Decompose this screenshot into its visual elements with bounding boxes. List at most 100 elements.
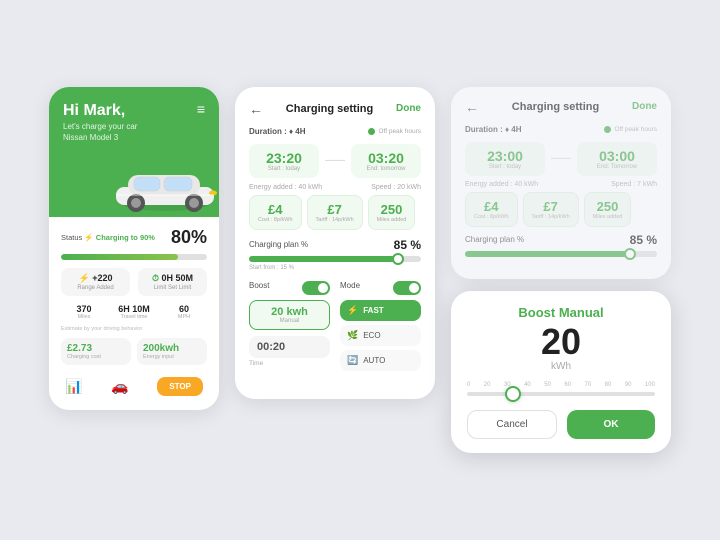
mode-toggle[interactable]	[393, 281, 421, 295]
charging-cost-val: £2.73	[67, 343, 125, 354]
time-field[interactable]: 00:20	[249, 336, 330, 358]
boost-scale[interactable]: 0 20 30 40 50 60 70 80 90 100	[467, 382, 655, 396]
right-energy-boxes: £4 Cost : 8p/kWh £7 Tariff : 14p/kWh 250…	[465, 192, 657, 227]
done-button[interactable]: Done	[396, 103, 421, 114]
right-tariff-box: £7 Tariff : 14p/kWh	[523, 192, 579, 227]
slider-start-label: Start from : 15 %	[249, 265, 421, 271]
boost-kwh-val: 20 kwh	[258, 306, 321, 318]
stop-button[interactable]: STOP	[157, 377, 203, 396]
offpeak-dot	[368, 128, 375, 135]
right-end-time-box: 03:00 End: Tomorrow	[577, 142, 657, 176]
stat-miles: 370 Miles	[61, 304, 107, 320]
charge-progress-bar	[61, 254, 207, 260]
cancel-button[interactable]: Cancel	[467, 410, 557, 439]
limit-val: ⏱ 0H 50M	[142, 273, 203, 284]
status-text: Status ⚡ Charging to 90%	[61, 233, 155, 242]
energy-added-label: Energy added : 40 kWh	[249, 184, 322, 191]
ok-button[interactable]: OK	[567, 410, 655, 439]
energy-input-val: 200kwh	[143, 343, 201, 354]
tariff-val: £7	[316, 202, 354, 217]
left-card: Hi Mark, Let's charge your car Nissan Mo…	[49, 87, 219, 410]
boost-scale-thumb[interactable]	[505, 386, 521, 402]
boost-label: Boost	[249, 281, 269, 290]
boost-toggle[interactable]	[302, 281, 330, 295]
right-time-sep: ——	[551, 153, 571, 164]
mid-title: Charging setting	[286, 103, 373, 115]
range-added-item: ⚡ +220 Range Added	[61, 268, 130, 296]
right-miles-val: 250	[593, 199, 623, 214]
slider-thumb[interactable]	[392, 253, 404, 265]
miles-sub: Miles added	[377, 217, 407, 223]
slider-track	[249, 256, 421, 262]
start-time-val: 23:20	[257, 150, 311, 166]
right-offpeak: Off peak hours	[604, 126, 657, 133]
chart-icon[interactable]: 📊	[65, 378, 82, 395]
boost-modal-value: 20	[467, 322, 655, 362]
slider-fill	[249, 256, 395, 262]
boost-kwh-label: Manual	[258, 318, 321, 324]
range-added-label: Range Added	[65, 285, 126, 291]
energy-speed-labels: Energy added : 40 kWh Speed : 20 kWh	[249, 184, 421, 191]
car-icon[interactable]: 🚗	[111, 378, 128, 395]
mode-eco[interactable]: 🌿 ECO	[340, 325, 421, 346]
timer-icon: ⏱	[152, 273, 159, 283]
charge-plan-label: Charging plan %	[249, 240, 308, 249]
right-charge-plan-label: Charging plan %	[465, 235, 524, 244]
stat-travel: 6H 10M Travel time	[111, 304, 157, 320]
right-speed-label: Speed : 7 kWh	[611, 181, 657, 188]
right-slider-fill	[465, 251, 628, 257]
right-offpeak-dot	[604, 126, 611, 133]
travel-val: 6H 10M	[111, 304, 157, 314]
mode-auto[interactable]: 🔄 AUTO	[340, 350, 421, 371]
right-back-button[interactable]: ←	[465, 99, 479, 115]
cost-box: £4 Cost : 8p/kWh	[249, 195, 302, 230]
offpeak-indicator: Off peak hours	[368, 128, 421, 135]
boost-mode-row: Boost 20 kwh Manual 00:20 Time Mo	[249, 281, 421, 375]
car-illustration	[108, 159, 219, 214]
right-cost-sub: Cost : 8p/kWh	[474, 214, 509, 220]
speed-label: Speed : 20 kWh	[371, 184, 421, 191]
energy-input-label: Energy input	[143, 354, 201, 360]
boost-kwh-box[interactable]: 20 kwh Manual	[249, 300, 330, 330]
stats-row: 370 Miles 6H 10M Travel time 60 MPH	[61, 304, 207, 320]
fast-icon: ⚡	[347, 305, 358, 316]
fast-label: FAST	[363, 306, 383, 315]
tariff-box: £7 Tariff : 14p/kWh	[307, 195, 363, 230]
right-cost-val: £4	[474, 199, 509, 214]
end-time-box[interactable]: 03:20 End: tomorrow	[351, 144, 421, 178]
right-miles-box: 250 Miles added	[584, 192, 632, 227]
energy-boxes: £4 Cost : 8p/kWh £7 Tariff : 14p/kWh 250…	[249, 195, 421, 230]
right-end-lbl: End: Tomorrow	[585, 164, 649, 170]
right-time-row: 23:00 Start : today —— 03:00 End: Tomorr…	[465, 142, 657, 176]
boost-modal-title: Boost Manual	[467, 305, 655, 320]
charge-plan-pct: 85 %	[394, 238, 421, 252]
boost-scale-track	[467, 392, 655, 396]
boost-modal: Boost Manual 20 kWh 0 20 30 40 50 60 70 …	[451, 291, 671, 454]
right-tariff-val: £7	[532, 199, 570, 214]
right-top-header: ← Charging setting Done	[465, 99, 657, 115]
start-time-box[interactable]: 23:20 Start : today	[249, 144, 319, 178]
cost-val: £4	[258, 202, 293, 217]
right-charge-plan: Charging plan % 85 %	[465, 233, 657, 247]
menu-icon[interactable]: ≡	[197, 101, 205, 117]
tariff-sub: Tariff : 14p/kWh	[316, 217, 354, 223]
right-stack: ← Charging setting Done Duration : ♦ 4H …	[451, 87, 671, 454]
boost-modal-buttons: Cancel OK	[467, 410, 655, 439]
right-done-button[interactable]: Done	[632, 101, 657, 112]
limit-label: Limit Set Limit	[142, 285, 203, 291]
charge-plan-slider[interactable]: Start from : 15 %	[249, 256, 421, 271]
right-slider[interactable]	[465, 251, 657, 257]
right-start-time: 23:00	[473, 148, 537, 164]
mode-fast[interactable]: ⚡ FAST	[340, 300, 421, 321]
left-card-header: Hi Mark, Let's charge your car Nissan Mo…	[49, 87, 219, 217]
right-end-time: 03:00	[585, 148, 649, 164]
end-time-label: End: tomorrow	[359, 166, 413, 172]
auto-label: AUTO	[363, 356, 385, 365]
back-button[interactable]: ←	[249, 101, 263, 117]
energy-input-box: 200kwh Energy input	[137, 338, 207, 365]
charge-percent: 80%	[171, 227, 207, 248]
boost-column: Boost 20 kwh Manual 00:20 Time	[249, 281, 330, 375]
right-slider-thumb[interactable]	[624, 248, 636, 260]
bolt-icon: ⚡	[78, 273, 89, 283]
travel-label: Travel time	[111, 314, 157, 320]
